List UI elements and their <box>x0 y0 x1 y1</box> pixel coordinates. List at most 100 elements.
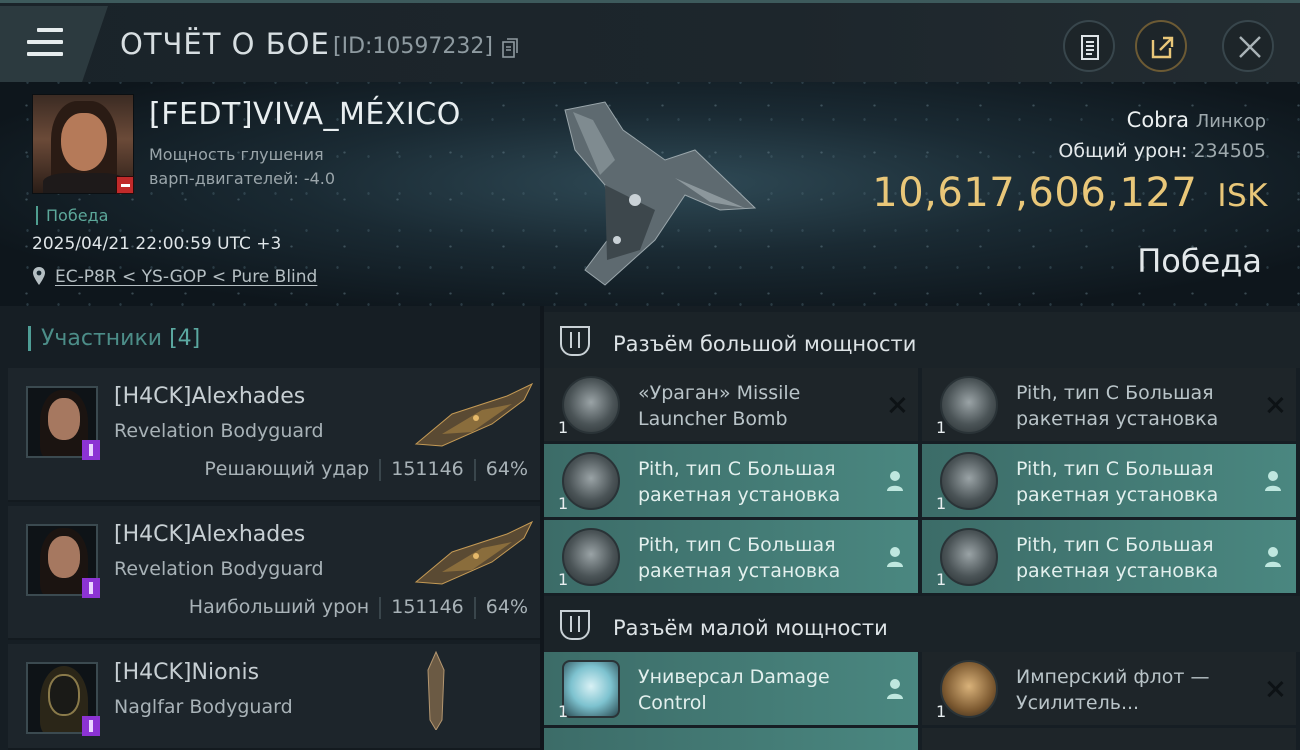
corp-badge-icon <box>82 578 100 598</box>
module-qty: 1 <box>558 570 569 589</box>
module-item[interactable]: 1 Pith, тип C Большая ракетная установка <box>922 520 1296 593</box>
destroyed-icon <box>888 396 906 414</box>
participant-role: Наибольший урон <box>188 596 370 618</box>
missile-launcher-icon <box>940 376 998 434</box>
victim-ship: Cobra Линкор <box>1127 108 1266 132</box>
module-qty: 1 <box>558 418 569 437</box>
participant-damage: 151146 <box>391 458 464 480</box>
status-label: Победа <box>36 206 108 225</box>
participant-card[interactable]: [H4CK]Alexhades Revelation Bodyguard Реш… <box>8 368 540 502</box>
missile-launcher-icon <box>562 452 620 510</box>
module-name: Pith, тип C Большая ракетная установка <box>638 458 841 506</box>
participants-title: Участники <box>41 326 163 351</box>
low-slot-title: Разъём малой мощности <box>613 616 888 640</box>
victim-name[interactable]: [FEDT]VIVA_MÉXICO <box>149 97 461 132</box>
dropped-person-icon <box>887 547 903 567</box>
participant-stats: Наибольший урон 151146 64% <box>189 596 528 619</box>
victim-summary: [FEDT]VIVA_MÉXICO Мощность глушения варп… <box>0 82 1300 306</box>
low-slot-icon <box>560 610 590 640</box>
participant-card[interactable]: [H4CK]Alexhades Revelation Bodyguard Наи… <box>8 506 540 640</box>
warp-strength-label: Мощность глушения <box>149 145 324 164</box>
participant-ship: Naglfar Bodyguard <box>114 696 293 718</box>
module-name: Pith, тип C Большая ракетная установка <box>638 534 841 582</box>
isk-value: 10,617,606,127 ISK <box>872 170 1268 216</box>
copy-icon[interactable] <box>502 38 518 58</box>
module-qty: 1 <box>936 570 947 589</box>
page-title: ОТЧЁТ О БОЕ <box>120 27 330 61</box>
kill-datetime: 2025/04/21 22:00:59 UTC +3 <box>32 234 282 254</box>
participants-header: Участники [4] <box>28 326 200 351</box>
isk-amount: 10,617,606,127 <box>872 170 1198 216</box>
participant-damage: 151146 <box>391 596 464 618</box>
participant-ship-image <box>427 650 445 730</box>
participant-role: Решающий удар <box>204 458 370 480</box>
participant-name: [H4CK]Alexhades <box>114 384 306 409</box>
dropped-person-icon <box>887 679 903 699</box>
high-slot-icon <box>560 326 590 356</box>
menu-button[interactable] <box>0 6 108 82</box>
destroyed-icon <box>1266 396 1284 414</box>
total-damage: Общий урон: 234505 <box>1058 140 1266 162</box>
participant-name: [H4CK]Nionis <box>114 660 260 685</box>
module-item[interactable]: 1 Pith, тип C Большая ракетная установка <box>544 444 918 517</box>
module-name: «Ураган» Missile Launcher Bomb <box>638 382 801 430</box>
share-icon <box>1151 36 1174 59</box>
participant-stats: Решающий удар 151146 64% <box>204 458 528 481</box>
amplifier-icon <box>940 660 998 718</box>
report-id: [ID:10597232] <box>333 34 493 59</box>
module-item[interactable]: 1 Имперский флот — Усилитель... <box>922 652 1296 725</box>
low-slot-header: Разъём малой мощности <box>544 596 1300 652</box>
hostile-status-icon <box>116 176 134 194</box>
corp-badge-icon <box>82 716 100 736</box>
corp-badge-icon <box>82 440 100 460</box>
location-pin-icon <box>33 267 45 285</box>
missile-launcher-icon <box>562 376 620 434</box>
participants-panel[interactable]: Участники [4] [H4CK]Alexhades Revelation… <box>0 306 540 750</box>
close-button[interactable] <box>1222 20 1274 72</box>
module-name: Pith, тип C Большая ракетная установка <box>1016 458 1219 506</box>
dropped-person-icon <box>1265 471 1281 491</box>
fitting-panel[interactable]: Разъём большой мощности 1 «Ураган» Missi… <box>544 306 1300 750</box>
module-qty: 1 <box>558 494 569 513</box>
warp-strength: Мощность глушения варп-двигателей: -4.0 <box>149 143 335 191</box>
menu-icon <box>27 28 63 56</box>
missile-launcher-icon <box>940 528 998 586</box>
module-item[interactable]: 1 Pith, тип C Большая ракетная установка <box>544 520 918 593</box>
module-name: Pith, тип C Большая ракетная установка <box>1016 382 1219 430</box>
clipboard-button[interactable] <box>1063 20 1115 72</box>
module-qty: 1 <box>558 702 569 721</box>
missile-launcher-icon <box>562 528 620 586</box>
isk-unit: ISK <box>1217 178 1268 214</box>
module-item[interactable]: 1 Pith, тип C Большая ракетная установка <box>922 368 1296 441</box>
destroyed-icon <box>1266 680 1284 698</box>
module-item[interactable] <box>922 728 1296 750</box>
module-qty: 1 <box>936 702 947 721</box>
participant-card[interactable]: [H4CK]Nionis Naglfar Bodyguard <box>8 644 540 750</box>
module-item[interactable]: 1 «Ураган» Missile Launcher Bomb <box>544 368 918 441</box>
high-slot-title: Разъём большой мощности <box>613 332 917 356</box>
participant-percent: 64% <box>485 458 528 480</box>
module-qty: 1 <box>936 418 947 437</box>
high-slot-header: Разъём большой мощности <box>544 312 1300 368</box>
module-item[interactable] <box>544 728 918 750</box>
participant-ship: Revelation Bodyguard <box>114 420 324 442</box>
missile-launcher-icon <box>940 452 998 510</box>
module-name: Универсал Damage Control <box>638 666 830 714</box>
location-link[interactable]: EC-P8R < YS-GOP < Pure Blind <box>55 267 317 287</box>
module-qty: 1 <box>936 494 947 513</box>
module-item[interactable]: 1 Универсал Damage Control <box>544 652 918 725</box>
share-button[interactable] <box>1135 20 1187 72</box>
clipboard-icon <box>1081 35 1099 60</box>
module-item[interactable]: 1 Pith, тип C Большая ракетная установка <box>922 444 1296 517</box>
damage-control-icon <box>562 660 620 718</box>
ship-class: Линкор <box>1195 111 1266 132</box>
battle-result: Победа <box>1137 242 1262 280</box>
close-icon <box>1239 36 1261 58</box>
participant-ship-image <box>414 382 534 447</box>
participant-percent: 64% <box>485 596 528 618</box>
module-name: Pith, тип C Большая ракетная установка <box>1016 534 1219 582</box>
victim-ship-image[interactable] <box>545 90 775 295</box>
total-damage-value: 234505 <box>1193 140 1266 162</box>
top-bar: ОТЧЁТ О БОЕ [ID:10597232] <box>0 0 1300 82</box>
total-damage-label: Общий урон: <box>1058 140 1188 162</box>
